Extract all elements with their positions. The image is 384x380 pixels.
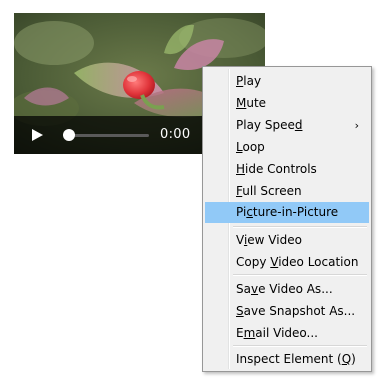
time-display: 0:00 [160,127,191,142]
menu-item-play-speed[interactable]: Play Speed › [205,115,369,136]
menu-item-full-screen[interactable]: Full Screen [205,181,369,202]
menu-item-label: Save Video As... [236,282,333,296]
menu-item-play[interactable]: Play [205,71,369,92]
menu-separator [233,345,367,347]
menu-separator [233,226,367,228]
menu-item-label: Play Speed [236,118,303,132]
menu-separator [233,274,367,276]
menu-item-view-video[interactable]: View Video [205,230,369,251]
menu-item-hide-controls[interactable]: Hide Controls [205,159,369,180]
chevron-right-icon: › [354,119,359,132]
progress-track[interactable] [63,134,149,137]
play-button[interactable] [28,126,46,144]
menu-item-label: Picture-in-Picture [236,205,339,219]
menu-item-loop[interactable]: Loop [205,137,369,158]
screen: 0:00 Play Mute Play Speed › Loop Hide Control… [0,0,384,380]
menu-item-email-video[interactable]: Email Video... [205,323,369,344]
menu-item-save-snapshot-as[interactable]: Save Snapshot As... [205,301,369,322]
progress-thumb[interactable] [63,129,75,141]
context-menu: Play Mute Play Speed › Loop Hide Controls Full… [202,66,372,372]
menu-item-label: Email Video... [236,326,318,340]
menu-item-save-video-as[interactable]: Save Video As... [205,279,369,300]
menu-item-picture-in-picture[interactable]: Picture-in-Picture [205,202,369,223]
menu-item-copy-video-location[interactable]: Copy Video Location [205,252,369,273]
menu-item-mute[interactable]: Mute [205,93,369,114]
menu-item-label: Inspect Element (Q) [236,352,356,366]
menu-item-label: Hide Controls [236,162,317,176]
menu-item-label: Play [236,74,262,88]
menu-item-label: Save Snapshot As... [236,304,356,318]
menu-item-label: Mute [236,96,267,110]
menu-item-label: Copy Video Location [236,255,359,269]
menu-item-inspect-element[interactable]: Inspect Element (Q) [205,349,369,370]
menu-item-label: Loop [236,140,265,154]
play-icon [32,129,43,141]
menu-item-label: Full Screen [236,184,302,198]
menu-item-label: View Video [236,233,302,247]
